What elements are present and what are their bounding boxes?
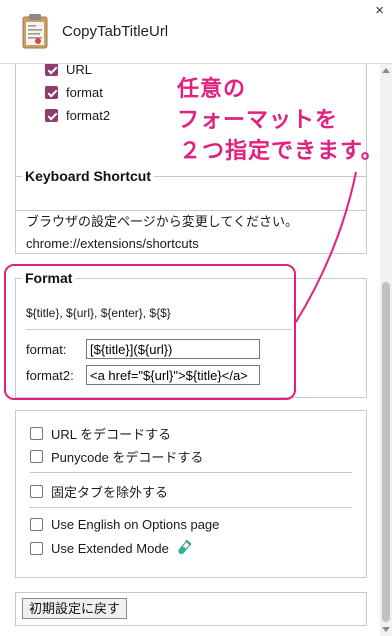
format-section: Format ${title}, ${url}, ${enter}, ${$} … [15,270,367,398]
url-checkbox[interactable] [45,64,58,76]
extended-mode-label: Use Extended Mode [51,540,169,556]
extended-mode-option[interactable]: Use Extended Mode [30,540,191,556]
decode-url-checkbox[interactable] [30,427,43,440]
shortcut-description: ブラウザの設定ページから変更してください。 [26,214,298,229]
shortcut-url: chrome://extensions/shortcuts [26,236,199,251]
format-placeholders: ${title}, ${url}, ${enter}, ${$} [26,306,171,320]
decode-punycode-option[interactable]: Punycode をデコードする [30,447,203,466]
use-english-checkbox[interactable] [30,518,43,531]
annotation-line-3: ２つ指定できます。 [179,138,384,163]
format-label: format: [26,342,67,357]
options-section: URL をデコードする Punycode をデコードする 固定タブを除外する U… [15,410,367,578]
format-heading: Format [25,270,73,286]
extended-mode-checkbox[interactable] [30,541,43,555]
format-option[interactable]: format [45,85,103,100]
format-divider [26,329,292,330]
use-english-option[interactable]: Use English on Options page [30,517,219,532]
exclude-pinned-option[interactable]: 固定タブを除外する [30,482,168,501]
annotation-line-1: 任意の [177,76,247,101]
scroll-down-arrow-icon[interactable] [382,627,390,632]
reset-defaults-button[interactable]: 初期設定に戻す [22,598,128,619]
options-divider-1 [30,472,352,473]
keyboard-shortcut-heading: Keyboard Shortcut [25,168,152,184]
format-checkbox[interactable] [45,86,58,99]
url-option-label: URL [66,64,93,77]
format2-input[interactable] [86,365,260,385]
annotation-text: 任意の フォーマットを ２つ指定できます。 [175,73,384,166]
close-icon[interactable]: × [375,3,384,18]
format-option-label: format [66,85,103,100]
format2-label: format2: [26,368,74,383]
clipboard-app-icon [22,14,48,49]
decode-punycode-label: Punycode をデコードする [51,450,204,465]
scrollbar-thumb[interactable] [382,282,390,622]
exclude-pinned-label: 固定タブを除外する [51,485,169,500]
annotation-line-2: フォーマットを [177,107,339,132]
keyboard-shortcut-section: Keyboard Shortcut ブラウザの設定ページから変更してください。 … [15,168,367,254]
test-tube-icon [178,540,191,555]
format2-option-label: format2 [66,108,111,123]
app-title: CopyTabTitleUrl [62,23,169,40]
url-option[interactable]: URL [45,64,92,77]
options-divider-2 [30,507,352,508]
reset-section: 初期設定に戻す [15,592,367,626]
window-header: CopyTabTitleUrl × [0,0,392,64]
exclude-pinned-checkbox[interactable] [30,485,43,498]
decode-url-label: URL をデコードする [51,427,172,442]
format2-option[interactable]: format2 [45,108,110,123]
decode-url-option[interactable]: URL をデコードする [30,424,171,443]
decode-punycode-checkbox[interactable] [30,450,43,463]
use-english-label: Use English on Options page [51,517,220,532]
format-input[interactable] [86,339,260,359]
format2-checkbox[interactable] [45,109,58,122]
